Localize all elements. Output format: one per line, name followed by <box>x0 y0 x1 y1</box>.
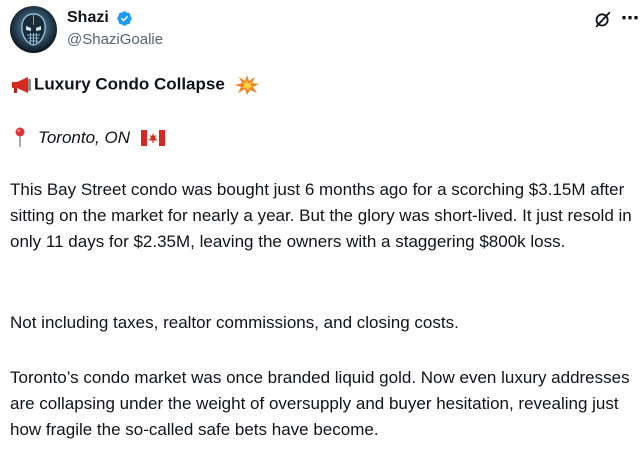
canada-flag-icon <box>140 129 165 146</box>
post-paragraph-2: Not including taxes, realtor commissions… <box>10 313 459 332</box>
grok-icon[interactable] <box>594 10 612 28</box>
handle[interactable]: @ShaziGoalie <box>67 29 163 51</box>
post-paragraph-3: Toronto’s condo market was once branded … <box>10 368 630 439</box>
avatar[interactable] <box>10 6 57 53</box>
verified-badge-icon <box>117 10 133 26</box>
collision-icon <box>234 74 259 95</box>
post-paragraph-1: This Bay Street condo was bought just 6 … <box>10 180 632 251</box>
post-header: Shazi @ShaziGoalie ⋯ <box>10 6 639 58</box>
author-names: Shazi @ShaziGoalie <box>67 8 163 51</box>
post-location: Toronto, ON <box>14 126 165 148</box>
post-title-text: Luxury Condo Collapse <box>34 74 225 94</box>
megaphone-icon <box>12 76 31 93</box>
round-pushpin-icon <box>15 127 25 147</box>
post-title: Luxury Condo Collapse <box>10 72 260 96</box>
location-text: Toronto, ON <box>38 127 130 147</box>
display-name[interactable]: Shazi <box>67 8 109 28</box>
more-icon[interactable]: ⋯ <box>621 8 640 29</box>
goalie-mask-avatar-icon <box>21 13 46 46</box>
